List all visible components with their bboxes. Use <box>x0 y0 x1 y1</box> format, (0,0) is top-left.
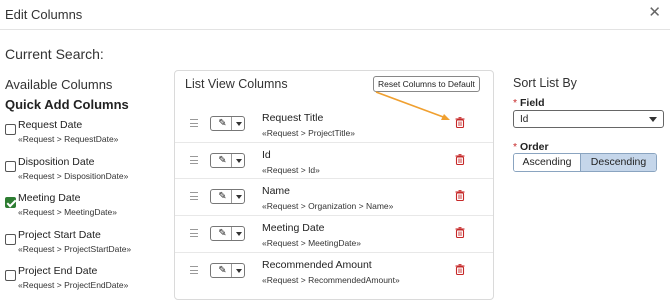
sort-field-select[interactable]: Id <box>513 110 664 128</box>
drag-handle-icon[interactable] <box>190 229 198 238</box>
checkbox[interactable] <box>5 233 16 245</box>
list-view-columns-title: List View Columns <box>185 77 288 91</box>
list-view-row: ✎ Recommended Amount «Request > Recommen… <box>175 253 493 290</box>
pencil-icon[interactable]: ✎ <box>214 153 232 167</box>
field-label-text: Field <box>520 97 545 109</box>
reset-columns-button[interactable]: Reset Columns to Default <box>373 76 480 92</box>
list-view-row: ✎ Id «Request > Id» <box>175 143 493 180</box>
quick-add-item-label: Disposition Date <box>18 155 95 168</box>
column-path: «Request > MeetingDate» <box>262 238 361 249</box>
trash-icon[interactable] <box>455 263 465 275</box>
close-icon[interactable]: ✕ <box>648 5 661 21</box>
descending-button[interactable]: Descending <box>581 154 656 171</box>
ascending-button[interactable]: Ascending <box>514 154 581 171</box>
trash-icon[interactable] <box>455 227 465 239</box>
chevron-down-icon[interactable] <box>236 268 242 273</box>
chevron-down-icon[interactable] <box>236 158 242 163</box>
edit-dropdown-button[interactable]: ✎ <box>210 152 245 168</box>
column-path: «Request > Organization > Name» <box>262 201 394 212</box>
list-view-row: ✎ Name «Request > Organization > Name» <box>175 179 493 217</box>
drag-handle-icon[interactable] <box>190 155 198 164</box>
required-marker: * <box>513 141 518 153</box>
sort-order-toggle: Ascending Descending <box>513 153 657 172</box>
chevron-down-icon[interactable] <box>236 122 242 126</box>
column-label: Name <box>262 185 291 198</box>
dialog-header: Edit Columns ✕ <box>0 0 670 30</box>
sort-list-by-title: Sort List By <box>513 76 577 90</box>
column-label: Request Title <box>262 112 324 124</box>
chevron-down-icon[interactable] <box>236 195 242 200</box>
column-path: «Request > Id» <box>262 164 320 175</box>
column-label: Meeting Date <box>262 222 325 235</box>
checkbox-checked[interactable] <box>5 197 16 208</box>
field-label: * Field <box>513 97 545 109</box>
chevron-down-icon <box>649 117 657 122</box>
edit-dropdown-button[interactable]: ✎ <box>210 189 245 205</box>
column-label: Id <box>262 148 271 161</box>
sort-field-value: Id <box>520 114 529 125</box>
quick-add-item-path: «Request > ProjectEndDate» <box>18 280 129 290</box>
chevron-down-icon[interactable] <box>236 232 242 237</box>
drag-handle-icon[interactable] <box>190 119 198 127</box>
quick-add-item[interactable]: Project Start Date «Request > ProjectSta… <box>5 228 170 265</box>
edit-dropdown-button[interactable]: ✎ <box>210 262 245 278</box>
column-path: «Request > ProjectTitle» <box>262 128 355 138</box>
order-label: * Order <box>513 141 549 153</box>
checkbox[interactable] <box>5 270 16 281</box>
quick-add-item-label: Project End Date <box>18 265 98 277</box>
list-view-rows: ✎ Request Title «Request > ProjectTitle»… <box>175 106 493 289</box>
dialog-title: Edit Columns <box>5 7 83 22</box>
quick-add-list: Request Date «Request > RequestDate» Dis… <box>5 118 170 301</box>
list-view-row: ✎ Request Title «Request > ProjectTitle» <box>175 106 493 143</box>
quick-add-item[interactable]: Disposition Date «Request > DispositionD… <box>5 155 170 192</box>
edit-dropdown-button[interactable]: ✎ <box>210 226 245 242</box>
list-view-row: ✎ Meeting Date «Request > MeetingDate» <box>175 216 493 253</box>
available-columns-title: Available Columns <box>5 77 113 92</box>
quick-add-item-path: «Request > RequestDate» <box>18 134 119 144</box>
current-search-label: Current Search: <box>5 46 104 62</box>
column-path: «Request > RecommendedAmount» <box>262 274 400 285</box>
list-view-columns-panel: List View Columns Reset Columns to Defau… <box>174 70 494 300</box>
checkbox[interactable] <box>5 124 16 135</box>
pencil-icon[interactable]: ✎ <box>214 263 232 277</box>
quick-add-item-path: «Request > MeetingDate» <box>18 207 117 217</box>
required-marker: * <box>513 97 518 109</box>
trash-icon[interactable] <box>455 190 465 202</box>
drag-handle-icon[interactable] <box>190 192 198 201</box>
quick-add-item-label: Request Date <box>18 119 83 131</box>
checkbox[interactable] <box>5 160 16 172</box>
pencil-icon[interactable]: ✎ <box>214 117 232 130</box>
trash-icon[interactable] <box>455 117 465 128</box>
quick-add-columns-title: Quick Add Columns <box>5 97 129 112</box>
trash-icon[interactable] <box>455 153 465 165</box>
quick-add-item[interactable]: Request Date «Request > RequestDate» <box>5 118 170 155</box>
pencil-icon[interactable]: ✎ <box>214 227 232 241</box>
pencil-icon[interactable]: ✎ <box>214 190 232 204</box>
quick-add-item[interactable]: Meeting Date «Request > MeetingDate» <box>5 191 170 228</box>
quick-add-item-label: Project Start Date <box>18 228 101 241</box>
quick-add-item-path: «Request > ProjectStartDate» <box>18 243 132 254</box>
quick-add-item-path: «Request > DispositionDate» <box>18 170 129 181</box>
quick-add-item[interactable]: Project End Date «Request > ProjectEndDa… <box>5 264 170 301</box>
quick-add-item-label: Meeting Date <box>18 192 81 204</box>
drag-handle-icon[interactable] <box>190 265 198 274</box>
edit-dropdown-button[interactable]: ✎ <box>210 116 245 131</box>
column-label: Recommended Amount <box>262 258 372 271</box>
order-label-text: Order <box>520 141 549 153</box>
